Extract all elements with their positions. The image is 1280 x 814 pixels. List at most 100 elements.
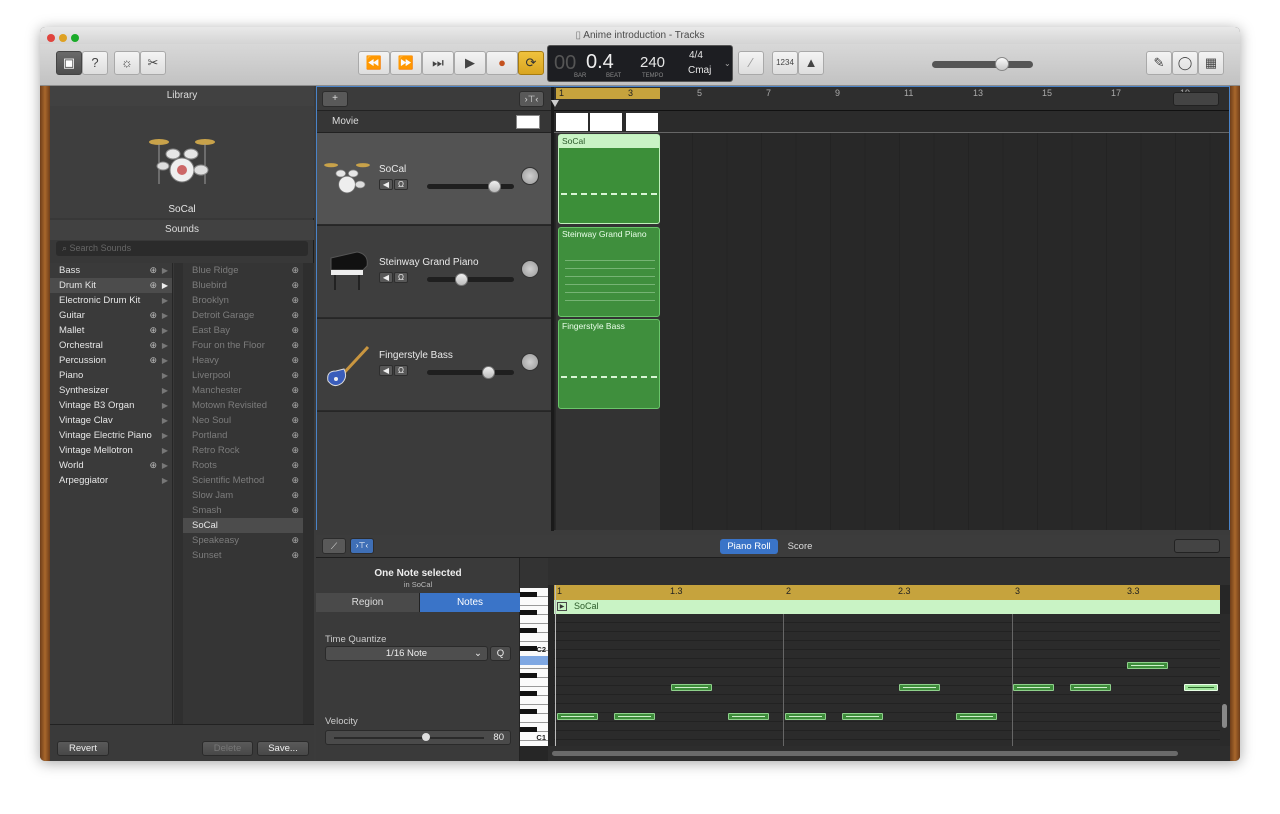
black-key[interactable] — [520, 628, 537, 633]
midi-note[interactable] — [557, 713, 598, 720]
black-key[interactable] — [520, 592, 537, 597]
smart-controls-button[interactable]: ☼ — [114, 51, 140, 75]
search-sounds-field[interactable]: ⌕ Search Sounds — [56, 241, 308, 256]
mute-icon[interactable]: ◀ — [379, 272, 393, 283]
tab-notes[interactable]: Notes — [420, 593, 520, 612]
download-icon[interactable]: ⊕ — [291, 533, 299, 548]
region-fingerstyle-bass[interactable]: Fingerstyle Bass — [558, 319, 660, 409]
download-icon[interactable]: ⊕ — [291, 308, 299, 323]
editors-button[interactable]: ✂ — [140, 51, 166, 75]
editor-tool-button[interactable]: ⟋ — [322, 538, 346, 554]
fast-forward-button[interactable]: ⏩ — [390, 51, 422, 75]
timeline-ruler[interactable]: 1 3 5 7 9 11 13 15 17 19 — [551, 87, 1229, 111]
midi-note[interactable] — [785, 713, 826, 720]
close-button[interactable] — [47, 34, 55, 42]
help-button[interactable]: ? — [82, 51, 108, 75]
midi-note-selected[interactable] — [1184, 684, 1218, 691]
category-item[interactable]: Vintage Electric Piano ▶ — [50, 428, 172, 443]
library-scrollbar[interactable] — [303, 263, 314, 724]
solo-headphones-icon[interactable]: Ω — [394, 272, 408, 283]
midi-note[interactable] — [1070, 684, 1111, 691]
region-steinway[interactable]: Steinway Grand Piano — [558, 227, 660, 317]
catch-playhead-button[interactable]: ›⊤‹ — [350, 538, 374, 554]
download-icon[interactable]: ⊕ — [291, 428, 299, 443]
velocity-slider[interactable]: 80 — [325, 730, 511, 745]
solo-headphones-icon[interactable]: Ω — [394, 365, 408, 376]
category-item[interactable]: Arpeggiator ▶ — [50, 473, 172, 488]
download-icon[interactable]: ⊕ — [291, 473, 299, 488]
playhead-icon[interactable] — [551, 100, 559, 107]
midi-note[interactable] — [1013, 684, 1054, 691]
sound-item[interactable]: Liverpool ⊕ — [183, 368, 303, 383]
category-item[interactable]: Vintage Clav ▶ — [50, 413, 172, 428]
sound-item[interactable]: Retro Rock ⊕ — [183, 443, 303, 458]
sound-item[interactable]: Four on the Floor ⊕ — [183, 338, 303, 353]
sound-item[interactable]: SoCal — [183, 518, 303, 533]
download-icon[interactable]: ⊕ — [149, 338, 157, 353]
volume-knob[interactable] — [488, 180, 501, 193]
region-socal[interactable]: SoCal — [558, 134, 660, 224]
download-icon[interactable]: ⊕ — [291, 323, 299, 338]
midi-note[interactable] — [842, 713, 883, 720]
note-grid[interactable] — [554, 614, 1220, 746]
sound-item[interactable]: Heavy ⊕ — [183, 353, 303, 368]
track-header-socal[interactable]: SoCal ◀ Ω — [317, 133, 551, 225]
category-item[interactable]: Piano ▶ — [50, 368, 172, 383]
cycle-region[interactable] — [556, 88, 660, 99]
tuner-button[interactable]: ⁄ — [738, 51, 764, 75]
tab-region[interactable]: Region — [316, 593, 420, 612]
sound-item[interactable]: Speakeasy ⊕ — [183, 533, 303, 548]
sound-item[interactable]: Roots ⊕ — [183, 458, 303, 473]
go-to-end-button[interactable]: ⏭ — [422, 51, 454, 75]
download-icon[interactable]: ⊕ — [291, 293, 299, 308]
track-volume-slider[interactable] — [427, 180, 514, 193]
editor-zoom-slider[interactable] — [1174, 539, 1220, 553]
midi-note[interactable] — [1127, 662, 1168, 669]
sound-item[interactable]: Scientific Method ⊕ — [183, 473, 303, 488]
editor-horizontal-scrollbar[interactable] — [548, 746, 1230, 761]
download-icon[interactable]: ⊕ — [291, 338, 299, 353]
black-key[interactable] — [520, 610, 537, 615]
sound-item[interactable]: Sunset ⊕ — [183, 548, 303, 563]
record-button[interactable]: ● — [486, 51, 518, 75]
library-toggle-button[interactable]: ▣ — [56, 51, 82, 75]
download-icon[interactable]: ⊕ — [291, 278, 299, 293]
media-browser-button[interactable]: ▦ — [1198, 51, 1224, 75]
solo-headphones-icon[interactable]: Ω — [394, 179, 408, 190]
midi-note[interactable] — [671, 684, 712, 691]
category-item[interactable]: Orchestral ⊕ ▶ — [50, 338, 172, 353]
horizontal-zoom-slider[interactable] — [1173, 92, 1219, 106]
midi-note[interactable] — [728, 713, 769, 720]
pan-knob[interactable] — [521, 260, 539, 278]
volume-knob[interactable] — [455, 273, 468, 286]
sound-item[interactable]: Manchester ⊕ — [183, 383, 303, 398]
sound-item[interactable]: Slow Jam ⊕ — [183, 488, 303, 503]
download-icon[interactable]: ⊕ — [291, 353, 299, 368]
black-key[interactable] — [520, 646, 537, 651]
midi-note[interactable] — [614, 713, 655, 720]
sound-item[interactable]: Detroit Garage ⊕ — [183, 308, 303, 323]
download-icon[interactable]: ⊕ — [291, 398, 299, 413]
black-key[interactable] — [520, 673, 537, 678]
mute-icon[interactable]: ◀ — [379, 365, 393, 376]
loop-browser-button[interactable]: ◯ — [1172, 51, 1198, 75]
save-button[interactable]: Save... — [257, 741, 309, 756]
download-icon[interactable]: ⊕ — [291, 263, 299, 278]
volume-knob[interactable] — [482, 366, 495, 379]
category-item[interactable]: Vintage B3 Organ ▶ — [50, 398, 172, 413]
scroll-thumb[interactable] — [552, 751, 1178, 756]
category-item[interactable]: Vintage Mellotron ▶ — [50, 443, 172, 458]
metronome-button[interactable]: ▲ — [798, 51, 824, 75]
download-icon[interactable]: ⊕ — [291, 488, 299, 503]
cycle-button[interactable]: ⟳ — [518, 51, 544, 75]
minimize-button[interactable] — [59, 34, 67, 42]
editor-region-bar[interactable]: ▶ SoCal — [554, 600, 1220, 614]
editor-vertical-scrollbar[interactable] — [1220, 614, 1230, 746]
download-icon[interactable]: ⊕ — [149, 263, 157, 278]
zoom-button[interactable] — [71, 34, 79, 42]
track-header-bass[interactable]: Fingerstyle Bass ◀ Ω — [317, 319, 551, 411]
midi-note[interactable] — [956, 713, 997, 720]
download-icon[interactable]: ⊕ — [149, 323, 157, 338]
velocity-knob[interactable] — [422, 733, 430, 741]
download-icon[interactable]: ⊕ — [291, 443, 299, 458]
